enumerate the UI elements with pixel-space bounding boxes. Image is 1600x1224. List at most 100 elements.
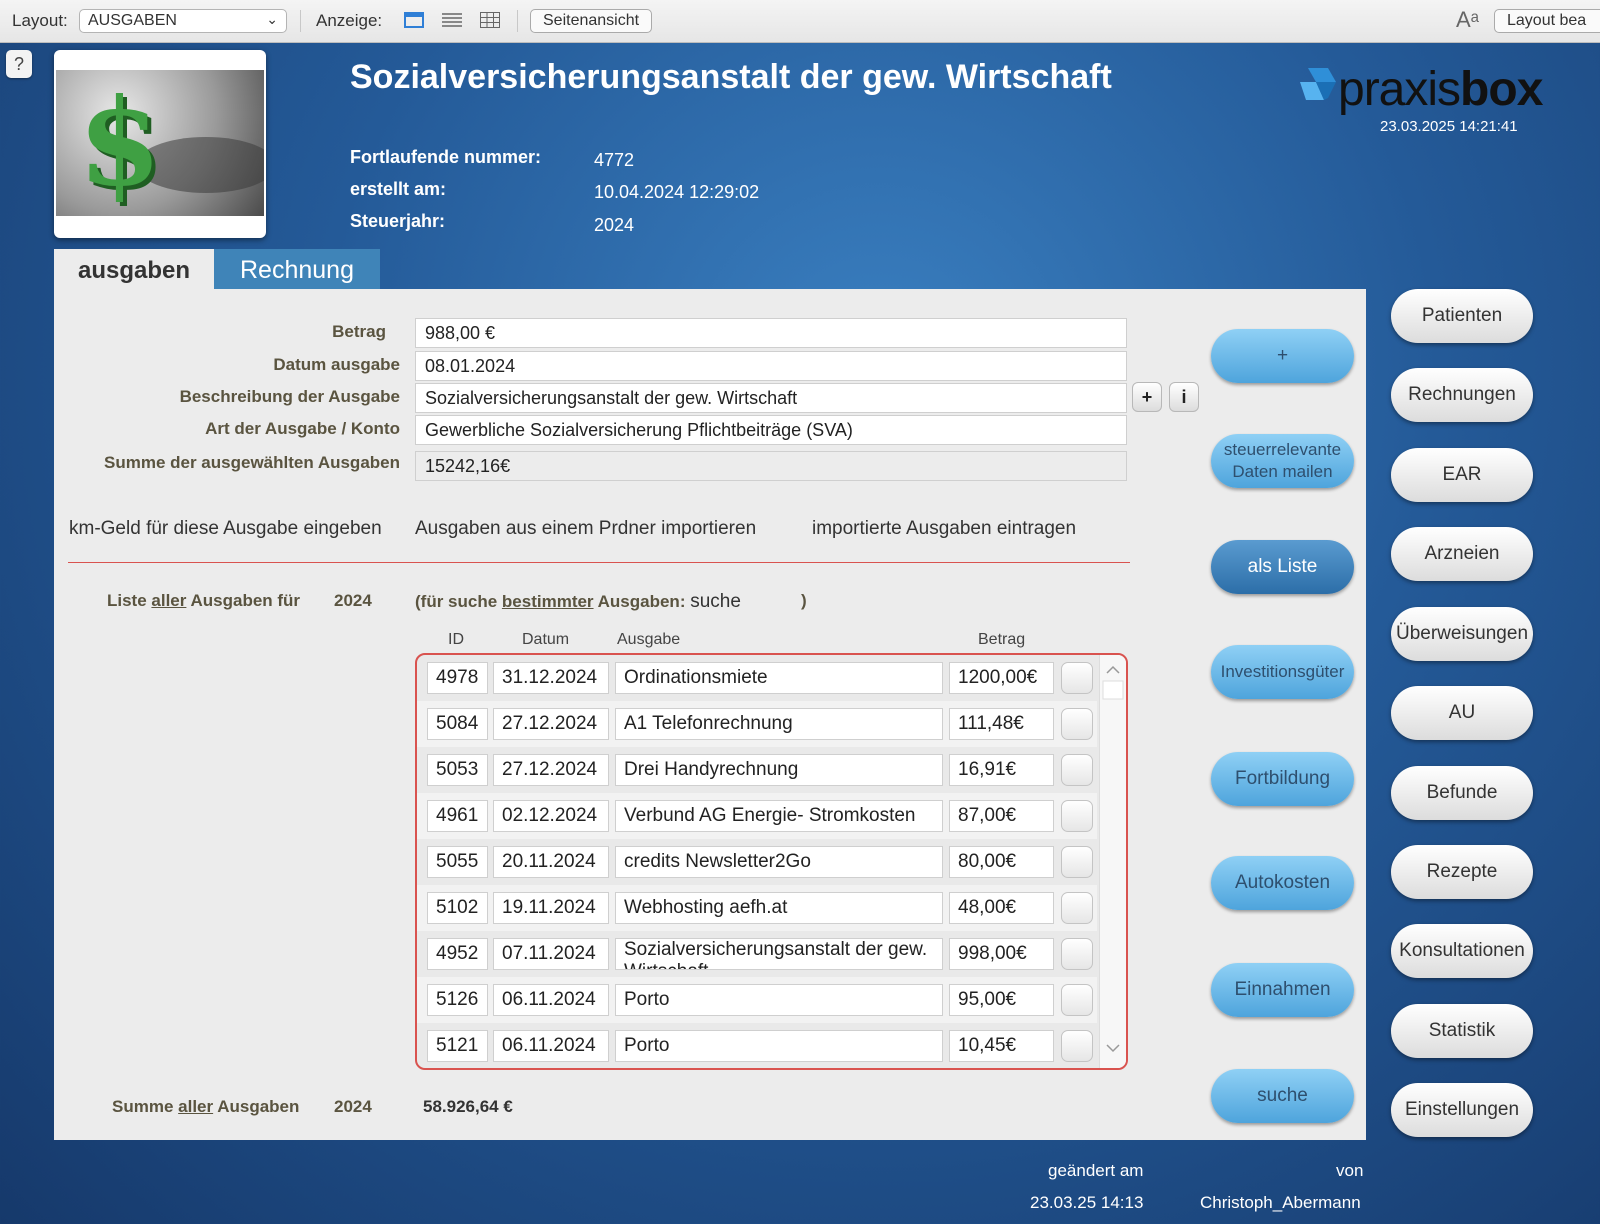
import-link[interactable]: Ausgaben aus einem Prdner importieren (415, 518, 756, 540)
chevron-down-icon: ⌄ (266, 11, 278, 27)
add-button[interactable]: + (1211, 329, 1354, 383)
font-size-icon[interactable]: Aᵃ (1456, 7, 1479, 33)
row-betrag: 111,48€ (949, 708, 1054, 740)
art-field[interactable]: Gewerbliche Sozialversicherung Pflichtbe… (415, 415, 1127, 445)
meta-value-steuerjahr: 2024 (594, 215, 635, 235)
help-button[interactable]: ? (6, 50, 32, 78)
row-checkbox[interactable] (1061, 846, 1093, 878)
row-ausgabe: Porto (615, 1030, 943, 1062)
meta-value-nummer: 4772 (594, 150, 635, 170)
nav-einstellungen[interactable]: Einstellungen (1391, 1083, 1533, 1137)
meta-value-erstellt: 10.04.2024 12:29:02 (594, 182, 760, 202)
datum-label: Datum ausgabe (273, 355, 400, 374)
row-checkbox[interactable] (1061, 984, 1093, 1016)
nav-rezepte[interactable]: Rezepte (1391, 845, 1533, 899)
meta-label-steuerjahr: Steuerjahr: (350, 211, 446, 231)
sum-value: 58.926,64 € (423, 1097, 513, 1116)
search-close: ) (801, 591, 807, 610)
row-checkbox[interactable] (1061, 1030, 1093, 1062)
table-row[interactable]: 4961 02.12.2024 Verbund AG Energie- Stro… (417, 793, 1097, 839)
row-checkbox[interactable] (1061, 938, 1093, 970)
row-checkbox[interactable] (1061, 662, 1093, 694)
nav-patienten[interactable]: Patienten (1391, 289, 1533, 343)
nav-befunde[interactable]: Befunde (1391, 766, 1533, 820)
praxisbox-logo: praxisbox (1298, 62, 1543, 117)
table-row[interactable]: 5126 06.11.2024 Porto 95,00€ (417, 977, 1097, 1023)
von-label: von (1336, 1161, 1364, 1180)
table-row[interactable]: 5053 27.12.2024 Drei Handyrechnung 16,91… (417, 747, 1097, 793)
autokosten-button[interactable]: Autokosten (1211, 856, 1354, 910)
datum-field[interactable]: 08.01.2024 (415, 351, 1127, 381)
search-hint: (für suche bestimmter Ausgaben: suche (415, 591, 741, 612)
sum-aller-text: aller (178, 1097, 214, 1116)
page-title: Sozialversicherungsanstalt der gew. Wirt… (350, 58, 1112, 96)
table-row[interactable]: 4952 07.11.2024 Sozialversicherungsansta… (417, 931, 1097, 977)
info-button[interactable]: i (1169, 382, 1199, 412)
table-row[interactable]: 4978 31.12.2024 Ordinationsmiete 1200,00… (417, 655, 1097, 701)
row-betrag: 1200,00€ (949, 662, 1054, 694)
tab-rechnung[interactable]: Rechnung (214, 249, 380, 289)
bestimmter-text: bestimmter (501, 592, 594, 611)
table-row[interactable]: 5084 27.12.2024 A1 Telefonrechnung 111,4… (417, 701, 1097, 747)
list-view-icon[interactable] (442, 12, 462, 28)
row-id: 4961 (427, 800, 488, 832)
table-row[interactable]: 5055 20.11.2024 credits Newsletter2Go 80… (417, 839, 1097, 885)
row-ausgabe: Porto (615, 984, 943, 1016)
investitionsgueter-button[interactable]: Investitionsgüter (1211, 645, 1354, 699)
suche-button[interactable]: suche (1211, 1069, 1354, 1123)
eintragen-link[interactable]: importierte Ausgaben eintragen (812, 518, 1076, 540)
expenses-table: 4978 31.12.2024 Ordinationsmiete 1200,00… (415, 653, 1128, 1070)
beschreibung-field[interactable]: Sozialversicherungsanstalt der gew. Wirt… (415, 383, 1127, 413)
list-year: 2024 (334, 591, 372, 610)
search-term[interactable]: suche (690, 591, 741, 612)
summe-field: 15242,16€ (415, 451, 1127, 481)
add-description-button[interactable]: + (1132, 382, 1162, 412)
col-ausgabe: Ausgabe (617, 631, 681, 648)
table-scrollbar[interactable] (1099, 655, 1126, 1068)
row-betrag: 95,00€ (949, 984, 1054, 1016)
table-row[interactable]: 5102 19.11.2024 Webhosting aefh.at 48,00… (417, 885, 1097, 931)
seitenansicht-button[interactable]: Seitenansicht (530, 9, 653, 33)
mail-data-button[interactable]: steuerrelevante Daten mailen (1211, 434, 1354, 488)
nav-arzneien[interactable]: Arzneien (1391, 527, 1533, 581)
toolbar-divider (300, 10, 301, 32)
row-datum: 19.11.2024 (493, 892, 609, 924)
brand-cube-icon (1300, 68, 1336, 100)
current-datetime: 23.03.2025 14:21:41 (1380, 118, 1518, 135)
nav-ueberweisungen[interactable]: Überweisungen (1391, 607, 1533, 661)
row-betrag: 998,00€ (949, 938, 1054, 970)
table-view-icon[interactable] (480, 12, 500, 28)
layout-select[interactable]: AUSGABEN ⌄ (79, 9, 287, 33)
brand-bold: box (1460, 63, 1543, 116)
art-label: Art der Ausgabe / Konto (205, 419, 400, 438)
row-checkbox[interactable] (1061, 754, 1093, 786)
tab-ausgaben[interactable]: ausgaben (54, 249, 214, 289)
row-checkbox[interactable] (1061, 892, 1093, 924)
nav-konsultationen[interactable]: Konsultationen (1391, 924, 1533, 978)
row-betrag: 48,00€ (949, 892, 1054, 924)
layout-edit-button[interactable]: Layout bea (1494, 9, 1600, 33)
col-datum: Datum (522, 631, 570, 648)
nav-rechnungen[interactable]: Rechnungen (1391, 368, 1533, 422)
sum-label: Summe aller Ausgaben (112, 1097, 300, 1116)
nav-statistik[interactable]: Statistik (1391, 1004, 1533, 1058)
row-ausgabe: Ordinationsmiete (615, 662, 943, 694)
fortbildung-button[interactable]: Fortbildung (1211, 752, 1354, 806)
form-view-icon[interactable] (404, 12, 424, 28)
beschreibung-label: Beschreibung der Ausgabe (179, 387, 400, 406)
meta-label-nummer: Fortlaufende nummer: (350, 147, 542, 167)
betrag-field[interactable]: 988,00 € (415, 318, 1127, 348)
row-checkbox[interactable] (1061, 800, 1093, 832)
table-row[interactable]: 5121 06.11.2024 Porto 10,45€ (417, 1023, 1097, 1068)
nav-ear[interactable]: EAR (1391, 448, 1533, 502)
row-betrag: 87,00€ (949, 800, 1054, 832)
aller-text: aller (151, 591, 187, 610)
row-ausgabe: Verbund AG Energie- Stromkosten (615, 800, 943, 832)
nav-au[interactable]: AU (1391, 686, 1533, 740)
einnahmen-button[interactable]: Einnahmen (1211, 963, 1354, 1017)
row-checkbox[interactable] (1061, 708, 1093, 740)
row-id: 4952 (427, 938, 488, 970)
km-geld-link[interactable]: km-Geld für diese Ausgabe eingeben (69, 518, 382, 540)
meta-label-erstellt: erstellt am: (350, 179, 447, 199)
als-liste-button[interactable]: als Liste (1211, 540, 1354, 594)
